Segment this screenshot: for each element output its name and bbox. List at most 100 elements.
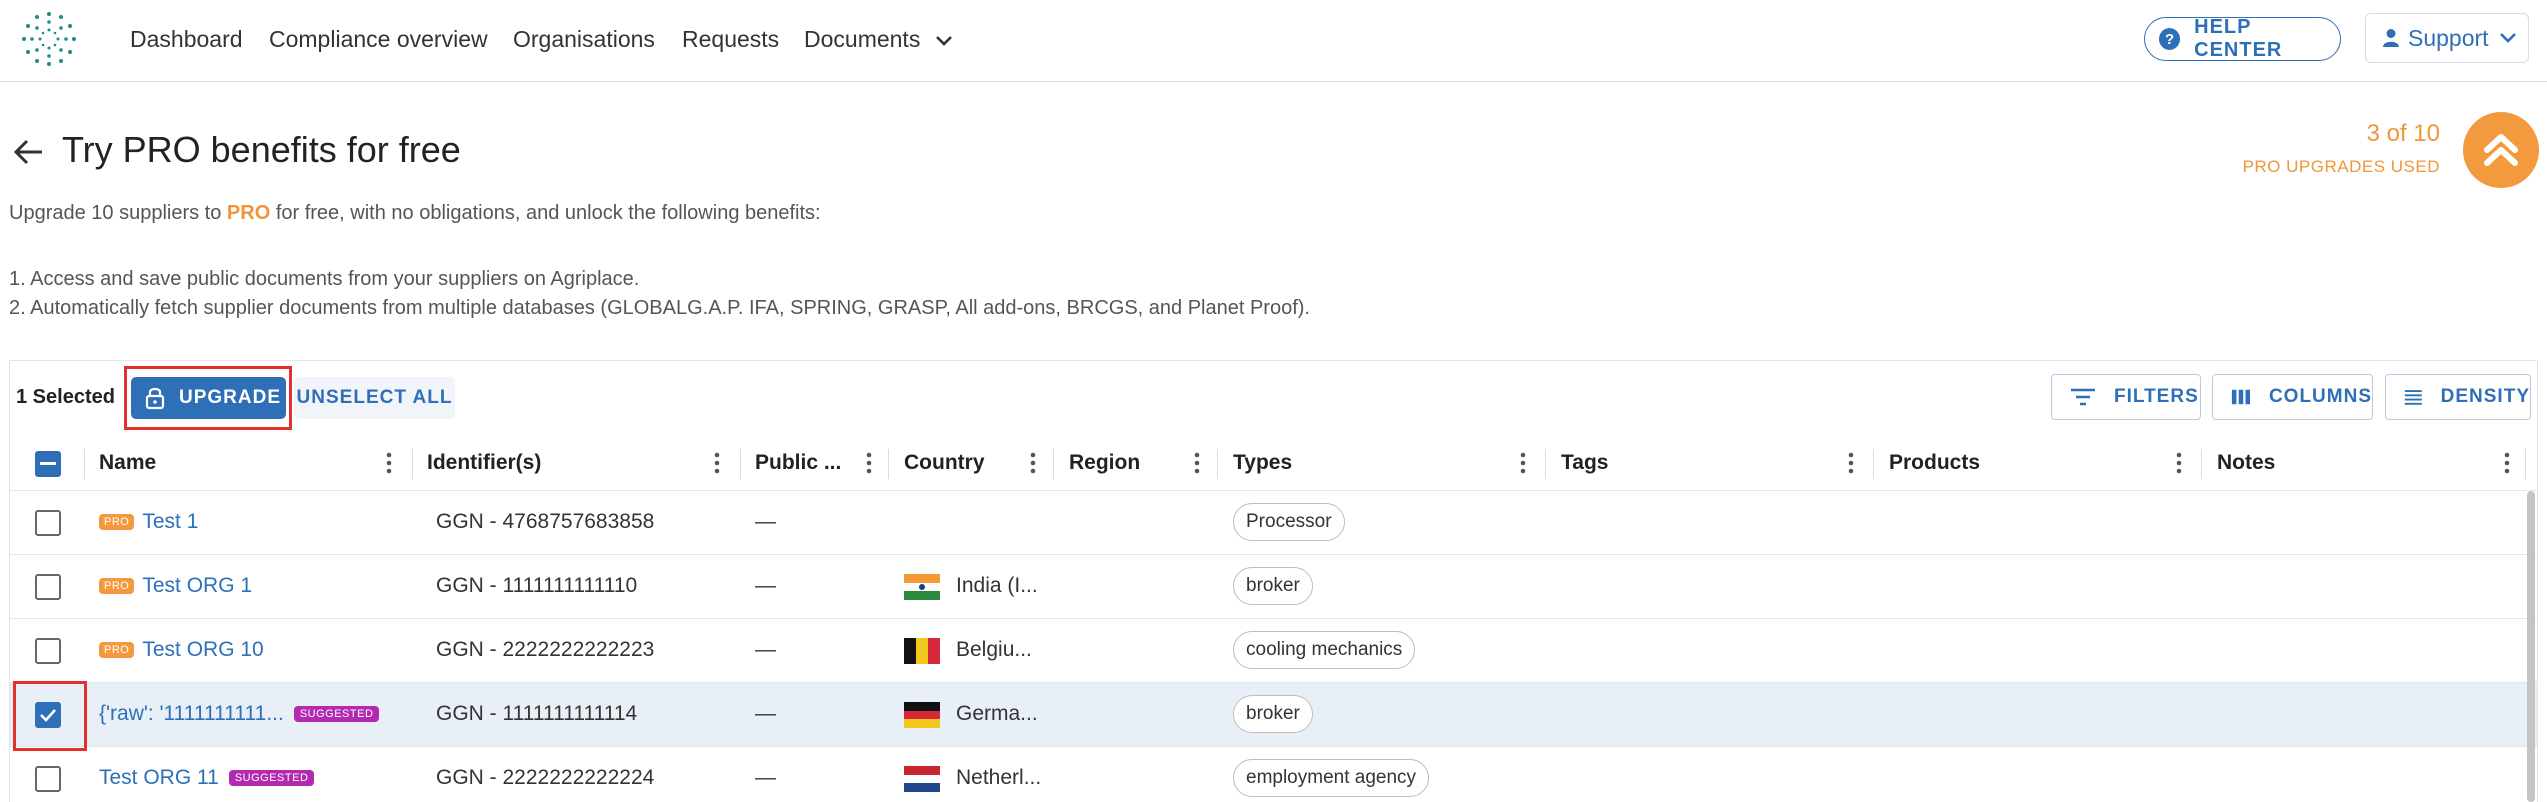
column-menu-icon[interactable]: [712, 448, 722, 478]
netherlands-flag-icon: [904, 766, 940, 792]
column-header-products[interactable]: Products: [1889, 451, 1980, 475]
page-title: Try PRO benefits for free: [62, 129, 461, 170]
row-checkbox[interactable]: [35, 574, 61, 600]
row-public: —: [755, 766, 776, 789]
logo-icon[interactable]: [18, 8, 80, 70]
column-header-public[interactable]: Public ...: [755, 451, 841, 475]
table-row[interactable]: Test ORG 11 SUGGESTED GGN - 2222222222224…: [10, 747, 2537, 802]
column-separator: [2201, 449, 2202, 479]
benefit-2: 2. Automatically fetch supplier document…: [9, 297, 1310, 319]
organisation-link[interactable]: Test ORG 11: [99, 766, 219, 789]
table-row[interactable]: PRO Test ORG 10 GGN - 2222222222223 — Bel…: [10, 619, 2537, 683]
help-center-button[interactable]: ? HELP CENTER: [2144, 16, 2341, 61]
column-menu-icon[interactable]: [1028, 448, 1038, 478]
nav-documents[interactable]: Documents: [804, 26, 953, 53]
row-public: —: [755, 638, 776, 661]
column-menu-icon[interactable]: [1518, 448, 1528, 478]
vertical-scrollbar[interactable]: [2527, 491, 2535, 802]
germany-flag-icon: [904, 702, 940, 728]
nav-compliance-overview[interactable]: Compliance overview: [269, 26, 488, 53]
column-menu-icon[interactable]: [864, 448, 874, 478]
table-header: Name Identifier(s) Public ... Country Re…: [10, 437, 2537, 491]
support-label: Support: [2408, 24, 2489, 51]
user-icon: [2383, 29, 2399, 47]
intro-text: Upgrade 10 suppliers to PRO for free, wi…: [9, 202, 821, 225]
pro-badge: PRO: [99, 514, 135, 530]
pro-upgrades-count: 3 of 10: [2366, 120, 2440, 147]
pro-badge: PRO: [99, 642, 135, 658]
row-identifier: GGN - 1111111111110: [436, 574, 638, 597]
checkbox-highlight-box: [13, 681, 87, 751]
columns-button[interactable]: COLUMNS: [2212, 374, 2373, 420]
filters-button[interactable]: FILTERS: [2051, 374, 2201, 420]
column-menu-icon[interactable]: [1846, 448, 1856, 478]
organisation-link[interactable]: Test 1: [142, 510, 198, 533]
filters-label: FILTERS: [2114, 386, 2199, 407]
column-header-country[interactable]: Country: [904, 451, 985, 475]
column-separator: [1053, 449, 1054, 479]
column-separator: [2525, 449, 2526, 479]
intro-before: Upgrade 10 suppliers to: [9, 202, 227, 224]
row-identifier: GGN - 1111111111114: [436, 702, 638, 725]
row-checkbox[interactable]: [35, 510, 61, 536]
unselect-all-button[interactable]: UNSELECT ALL: [294, 377, 455, 419]
filter-icon: [2071, 388, 2095, 406]
column-menu-icon[interactable]: [2174, 448, 2184, 478]
table-row[interactable]: PRO Test 1 GGN - 4768757683858 — Processo…: [10, 491, 2537, 555]
column-menu-icon[interactable]: [1192, 448, 1202, 478]
table-row[interactable]: PRO Test ORG 1 GGN - 1111111111110 — Indi…: [10, 555, 2537, 619]
select-all-checkbox[interactable]: [35, 451, 61, 477]
chevron-down-icon: [2499, 33, 2516, 43]
organisation-link[interactable]: {'raw': '1111111111...: [99, 702, 284, 725]
intro-after: for free, with no obligations, and unloc…: [270, 202, 821, 224]
top-navbar: Dashboard Compliance overview Organisati…: [0, 0, 2547, 82]
column-header-region[interactable]: Region: [1069, 451, 1140, 475]
pro-badge: PRO: [99, 578, 135, 594]
row-public: —: [755, 510, 776, 533]
suggested-badge: SUGGESTED: [228, 770, 315, 786]
row-checkbox[interactable]: [35, 638, 61, 664]
row-public: —: [755, 702, 776, 725]
suggested-badge: SUGGESTED: [293, 706, 380, 722]
row-country: Netherl...: [956, 766, 1042, 789]
type-chip: broker: [1233, 695, 1313, 733]
help-icon: ?: [2159, 28, 2181, 50]
row-country: Belgiu...: [956, 638, 1032, 661]
column-menu-icon[interactable]: [384, 448, 394, 478]
pro-upgrade-badge: [2463, 112, 2539, 188]
intro-pro-word: PRO: [226, 202, 271, 224]
density-button[interactable]: DENSITY: [2385, 374, 2531, 420]
organisation-link[interactable]: Test ORG 1: [142, 574, 252, 597]
upgrade-highlight-box: [124, 366, 292, 430]
type-chip: cooling mechanics: [1233, 631, 1416, 669]
column-header-types[interactable]: Types: [1233, 451, 1292, 475]
support-button[interactable]: Support: [2365, 13, 2529, 63]
selected-count: 1 Selected: [16, 386, 115, 408]
density-label: DENSITY: [2440, 386, 2530, 407]
india-flag-icon: [904, 574, 940, 600]
belgium-flag-icon: [904, 638, 940, 664]
row-identifier: GGN - 2222222222223: [436, 638, 655, 661]
row-name-cell: PRO Test ORG 10: [99, 638, 264, 662]
column-header-name[interactable]: Name: [99, 451, 156, 475]
table-row-selected[interactable]: {'raw': '1111111111... SUGGESTED GGN - 11…: [10, 683, 2537, 747]
nav-organisations[interactable]: Organisations: [513, 26, 655, 53]
column-header-notes[interactable]: Notes: [2217, 451, 2275, 475]
row-checkbox[interactable]: [35, 766, 61, 792]
column-header-identifiers[interactable]: Identifier(s): [427, 451, 541, 475]
benefit-1: 1. Access and save public documents from…: [9, 268, 640, 290]
back-arrow-icon[interactable]: [12, 136, 46, 168]
column-header-tags[interactable]: Tags: [1561, 451, 1608, 475]
row-name-cell: {'raw': '1111111111... SUGGESTED: [99, 702, 380, 726]
row-identifier: GGN - 4768757683858: [436, 510, 655, 533]
column-menu-icon[interactable]: [2502, 448, 2512, 478]
row-name-cell: PRO Test 1: [99, 510, 198, 534]
help-center-label: HELP CENTER: [2194, 16, 2283, 61]
nav-requests[interactable]: Requests: [682, 26, 779, 53]
nav-dashboard[interactable]: Dashboard: [130, 26, 243, 53]
organisation-link[interactable]: Test ORG 10: [142, 638, 263, 661]
type-chip: broker: [1233, 567, 1313, 605]
column-separator: [84, 449, 85, 479]
row-country: India (I...: [956, 574, 1038, 597]
row-name-cell: PRO Test ORG 1: [99, 574, 252, 598]
